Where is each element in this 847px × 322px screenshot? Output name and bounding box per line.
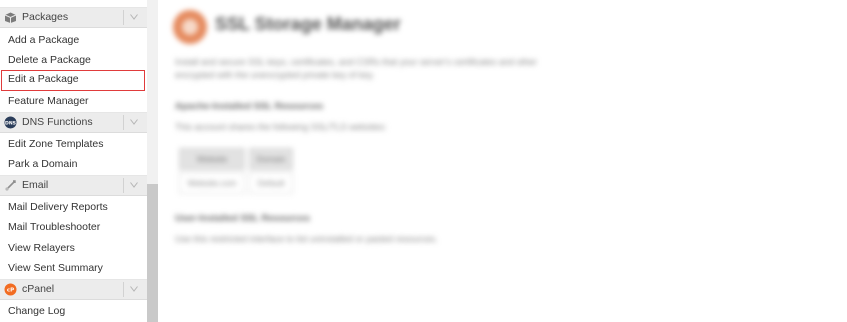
sidebar-item-delete-a-package[interactable]: Delete a Package	[0, 50, 147, 70]
table-cell-domain: Default	[249, 172, 293, 194]
sidebar-item-view-relayers[interactable]: View Relayers	[0, 238, 147, 258]
page-description-line2: encrypted with the unencrypted private k…	[175, 70, 375, 80]
section-header-packages[interactable]: Packages	[0, 7, 147, 28]
sidebar-scrollbar-thumb[interactable]	[147, 184, 158, 322]
table-header-domain[interactable]: Domain	[249, 148, 293, 170]
section-label: Packages	[22, 11, 69, 23]
section1-text: This account shares the following SSL/TL…	[175, 122, 387, 132]
section-label: DNS Functions	[22, 116, 93, 128]
table-cell-website[interactable]: Website.com	[179, 172, 245, 194]
section-label: Email	[22, 179, 49, 191]
sidebar-item-mail-delivery-reports[interactable]: Mail Delivery Reports	[0, 197, 147, 217]
sidebar-item-mail-troubleshooter[interactable]: Mail Troubleshooter	[0, 217, 147, 237]
email-icon	[4, 179, 17, 192]
section-header-dns-functions[interactable]: DNS DNS Functions	[0, 112, 147, 133]
sidebar-item-feature-manager[interactable]: Feature Manager	[0, 91, 147, 111]
svg-text:cP: cP	[7, 288, 14, 294]
sidebar-item-park-a-domain[interactable]: Park a Domain	[0, 154, 147, 174]
chevron-down-icon	[130, 286, 138, 292]
sidebar-item-view-sent-summary[interactable]: View Sent Summary	[0, 258, 147, 278]
section1-heading: Apache-Installed SSL Resources	[175, 101, 324, 112]
collapse-toggle[interactable]	[123, 115, 143, 130]
section-header-email[interactable]: Email	[0, 175, 147, 196]
collapse-toggle[interactable]	[123, 178, 143, 193]
section-header-cpanel[interactable]: cP cPanel	[0, 279, 147, 300]
section2-text: Use this restricted interface to list un…	[175, 234, 438, 244]
chevron-down-icon	[130, 14, 138, 20]
sidebar-item-edit-zone-templates[interactable]: Edit Zone Templates	[0, 134, 147, 154]
collapse-toggle[interactable]	[123, 10, 143, 25]
cpanel-icon: cP	[4, 283, 17, 296]
section-label: cPanel	[22, 283, 55, 295]
sidebar: Packages Add a Package Delete a Package …	[0, 0, 148, 322]
svg-text:DNS: DNS	[5, 121, 16, 127]
sidebar-item-edit-a-package[interactable]: Edit a Package	[1, 70, 145, 91]
collapse-toggle[interactable]	[123, 282, 143, 297]
chevron-down-icon	[130, 182, 138, 188]
chevron-down-icon	[130, 119, 138, 125]
page-title: SSL Storage Manager	[215, 14, 401, 34]
table-header-website[interactable]: Website	[179, 148, 245, 170]
ssl-logo-inner	[182, 19, 198, 35]
package-icon	[4, 11, 17, 24]
page-description-line1: Install and secure SSL keys, certificate…	[175, 57, 538, 67]
sidebar-item-add-a-package[interactable]: Add a Package	[0, 30, 147, 50]
sidebar-item-change-log[interactable]: Change Log	[0, 301, 147, 321]
section2-heading: User-Installed SSL Resources	[175, 213, 310, 224]
dns-icon: DNS	[4, 116, 17, 129]
